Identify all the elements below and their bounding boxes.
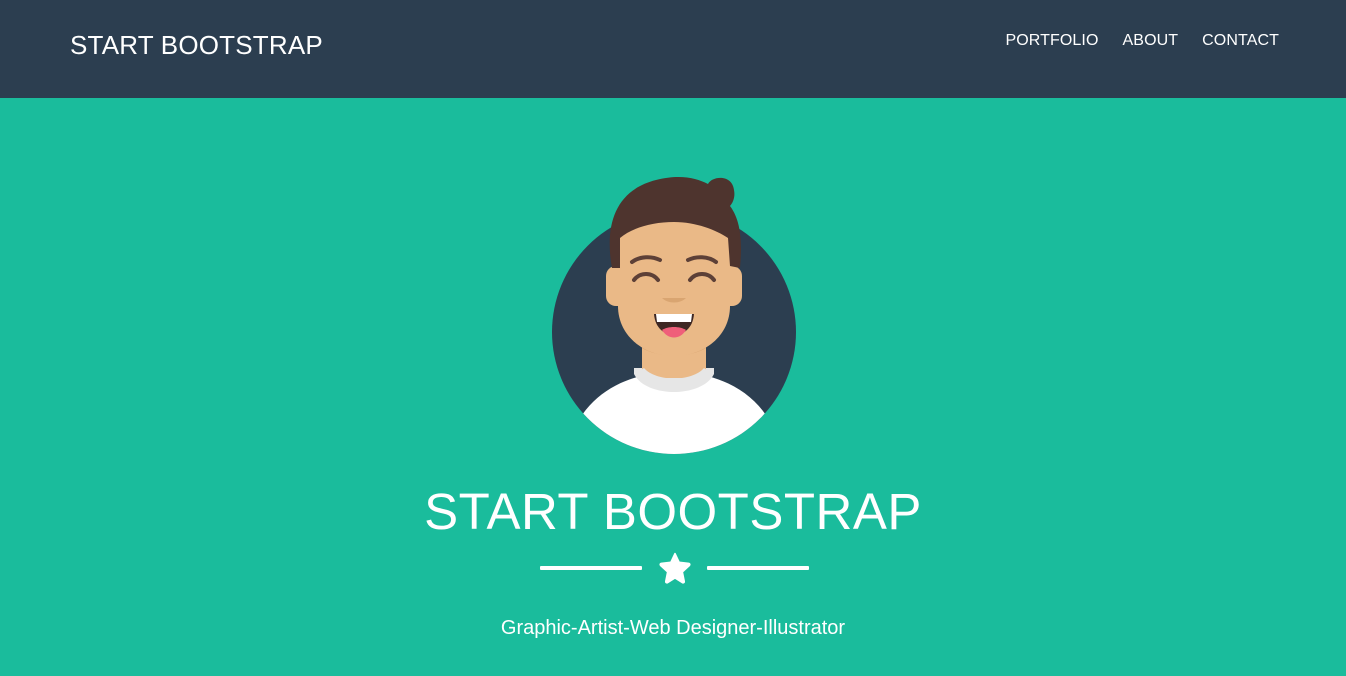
navbar: START BOOTSTRAP PORTFOLIO ABOUT CONTACT bbox=[0, 0, 1346, 98]
star-icon bbox=[659, 552, 691, 584]
hero-subtitle: Graphic-Artist-Web Designer-Illustrator bbox=[500, 617, 846, 639]
masthead: START BOOTSTRAP Graphic-Artist-Web Desig… bbox=[0, 98, 1346, 676]
nav-links: PORTFOLIO ABOUT CONTACT bbox=[993, 31, 1279, 51]
divider-line-left bbox=[540, 566, 642, 570]
brand-link[interactable]: START BOOTSTRAP bbox=[70, 30, 323, 60]
nav-link-portfolio[interactable]: PORTFOLIO bbox=[993, 31, 1110, 51]
nav-link-about[interactable]: ABOUT bbox=[1111, 31, 1191, 51]
nav-link-contact[interactable]: CONTACT bbox=[1190, 31, 1279, 51]
avatar-icon bbox=[552, 177, 796, 454]
divider-line-right bbox=[707, 566, 809, 570]
hero-title: START BOOTSTRAP bbox=[424, 483, 922, 540]
star-divider bbox=[540, 550, 810, 586]
